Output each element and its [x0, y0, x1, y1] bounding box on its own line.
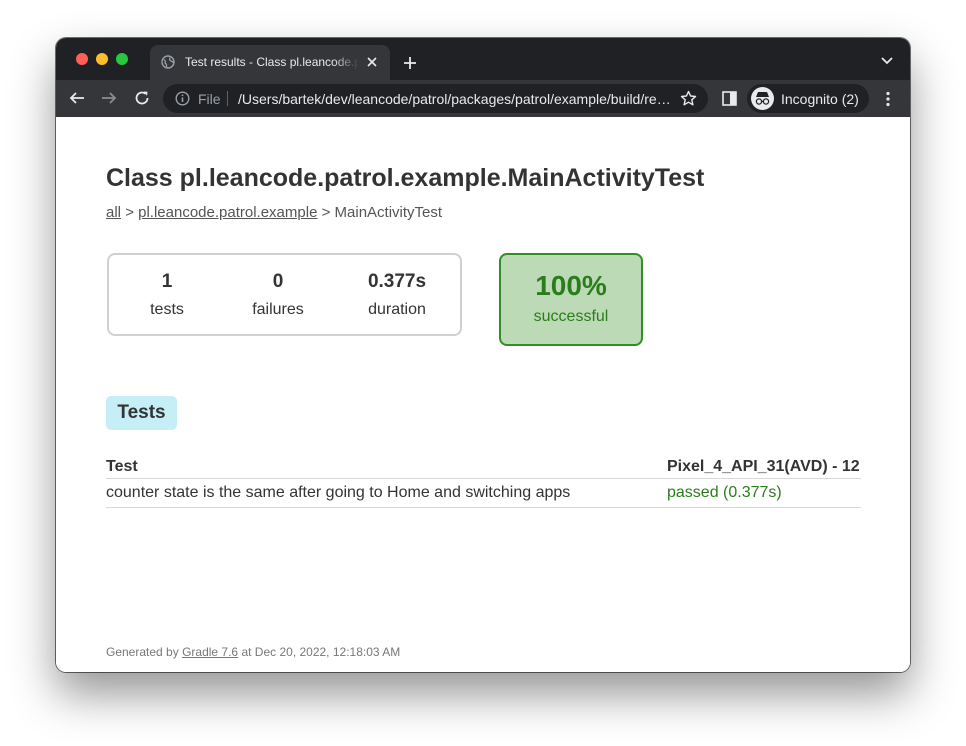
reload-icon[interactable] — [134, 90, 150, 106]
test-results-table: Test Pixel_4_API_31(AVD) - 12 counter st… — [106, 454, 861, 508]
more-menu-icon[interactable] — [885, 91, 891, 107]
breadcrumb-current: MainActivityTest — [334, 204, 443, 221]
bookmark-star-icon[interactable] — [680, 90, 697, 107]
back-arrow-icon[interactable] — [69, 90, 85, 106]
duration-label: duration — [368, 301, 426, 318]
side-panel-icon[interactable] — [722, 91, 737, 106]
failures-count-label: failures — [252, 301, 304, 318]
browser-toolbar: File /Users/bartek/dev/leancode/patrol/p… — [56, 80, 910, 117]
info-icon[interactable] — [175, 91, 190, 106]
page-content: Class pl.leancode.patrol.example.MainAct… — [56, 117, 910, 672]
tests-count-stat: 1 tests — [129, 271, 205, 319]
browser-window: Test results - Class pl.leancode.patrol.… — [56, 38, 910, 672]
breadcrumb-separator: > — [321, 204, 331, 221]
chevron-down-icon[interactable] — [881, 57, 893, 65]
gradle-link[interactable]: Gradle 7.6 — [182, 645, 238, 659]
address-bar[interactable]: File /Users/bartek/dev/leancode/patrol/p… — [163, 84, 708, 113]
duration-value: 0.377s — [367, 271, 427, 292]
close-tab-icon[interactable] — [366, 56, 378, 68]
failures-count-stat: 0 failures — [240, 271, 316, 319]
incognito-icon — [751, 87, 774, 110]
tab-bar: Test results - Class pl.leancode.patrol.… — [56, 38, 910, 80]
page-title: Class pl.leancode.patrol.example.MainAct… — [106, 164, 705, 192]
breadcrumb-package-link[interactable]: pl.leancode.patrol.example — [138, 204, 317, 221]
success-percent: 100% — [535, 270, 607, 301]
breadcrumb-all-link[interactable]: all — [106, 204, 121, 221]
footer-prefix: Generated by — [106, 645, 179, 659]
tests-count-label: tests — [150, 301, 184, 318]
tab-title: Test results - Class pl.leancode.patrol.… — [185, 55, 359, 69]
duration-stat: 0.377s duration — [354, 271, 440, 319]
summary-box: 1 tests 0 failures 0.377s duration — [107, 253, 462, 336]
incognito-label: Incognito (2) — [781, 91, 859, 107]
incognito-indicator[interactable]: Incognito (2) — [747, 84, 869, 113]
success-rate-box: 100% successful — [499, 253, 643, 346]
close-window-button[interactable] — [76, 53, 88, 65]
footer-suffix: at Dec 20, 2022, 12:18:03 AM — [241, 645, 401, 659]
test-result-cell: passed (0.377s) — [667, 478, 861, 508]
file-scheme-label: File — [198, 91, 221, 107]
column-header-test: Test — [106, 454, 667, 479]
table-header-row: Test Pixel_4_API_31(AVD) - 12 — [106, 454, 861, 479]
failures-count-value: 0 — [272, 271, 284, 292]
forward-arrow-icon[interactable] — [101, 90, 117, 106]
url-text[interactable]: /Users/bartek/dev/leancode/patrol/packag… — [238, 91, 674, 107]
column-header-device: Pixel_4_API_31(AVD) - 12 — [667, 454, 861, 479]
minimize-window-button[interactable] — [96, 53, 108, 65]
breadcrumb-separator: > — [125, 204, 134, 221]
footer: Generated by Gradle 7.6 at Dec 20, 2022,… — [106, 645, 400, 659]
table-row: counter state is the same after going to… — [106, 478, 861, 508]
url-divider — [227, 91, 228, 106]
active-tab[interactable]: Test results - Class pl.leancode.patrol.… — [150, 45, 390, 80]
zoom-window-button[interactable] — [116, 53, 128, 65]
breadcrumb: all > pl.leancode.patrol.example > MainA… — [106, 204, 442, 221]
new-tab-icon[interactable] — [403, 56, 417, 70]
tab-tests[interactable]: Tests — [106, 396, 177, 430]
tests-count-value: 1 — [161, 271, 173, 292]
test-name-cell: counter state is the same after going to… — [106, 478, 667, 508]
success-label: successful — [533, 308, 609, 325]
globe-icon — [161, 55, 175, 69]
